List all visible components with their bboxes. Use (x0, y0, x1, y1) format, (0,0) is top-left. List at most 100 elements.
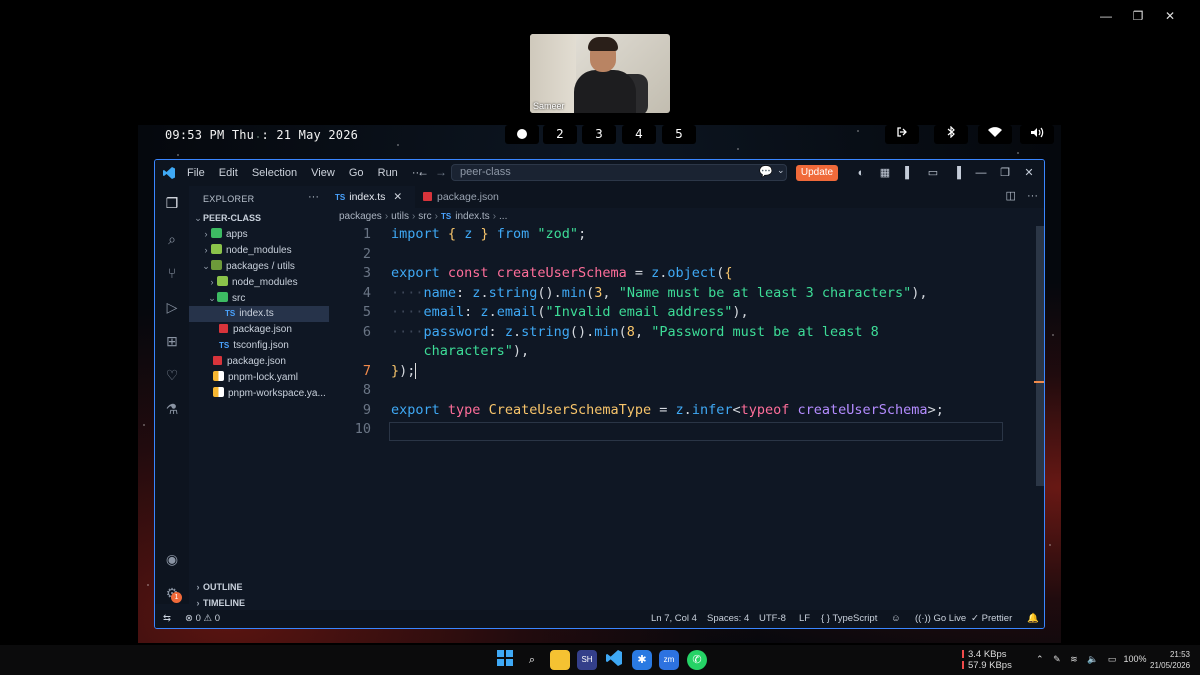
source-control-icon[interactable]: ⑂ (163, 264, 181, 282)
cursor-position[interactable]: Ln 7, Col 4 (651, 610, 697, 628)
editor-more-icon[interactable]: ··· (1027, 190, 1038, 202)
go-live[interactable]: ((·)) Go Live (915, 610, 966, 628)
top-bar: 09:53 PM Thu : 21 May 2026 2 3 4 5 (138, 125, 1061, 145)
menu-run[interactable]: Run (378, 167, 398, 179)
close-tab-icon[interactable]: ✕ (393, 191, 402, 203)
window-close-icon[interactable]: ✕ (1020, 165, 1038, 181)
forward-arrow-icon[interactable]: → (435, 165, 447, 179)
toggle-secondary-sidebar-icon[interactable]: ▐ (948, 165, 966, 181)
pen-icon[interactable]: ✎ (1053, 654, 1061, 664)
snowflake-app-icon[interactable]: ✱ (632, 650, 652, 670)
outline-section[interactable]: › OUTLINE (193, 582, 243, 592)
close-button[interactable]: ✕ (1154, 6, 1186, 26)
taskbar-clock[interactable]: 21:53 21/05/2026 (1150, 649, 1190, 671)
menu-edit[interactable]: Edit (219, 167, 238, 179)
encoding[interactable]: UTF-8 (759, 610, 786, 628)
logout-icon[interactable] (885, 125, 919, 144)
vscode-taskbar-icon[interactable] (604, 650, 624, 670)
back-arrow-icon[interactable]: ← (417, 165, 429, 179)
tab-package-json[interactable]: package.json (417, 186, 517, 208)
chevron-up-icon[interactable]: ⌃ (1036, 654, 1044, 664)
tree-item-utils-node-modules[interactable]: › node_modules (189, 274, 329, 290)
bluetooth-icon[interactable] (934, 125, 968, 144)
line-number: 5 (362, 304, 371, 320)
breadcrumb-item[interactable]: utils (391, 211, 409, 222)
tree-item-utils-package-json[interactable]: package.json (189, 322, 329, 338)
command-center-search[interactable]: peer-class (451, 164, 787, 181)
breadcrumb-item[interactable]: ... (499, 211, 507, 222)
tree-item-apps[interactable]: › apps (189, 226, 329, 242)
menu-selection[interactable]: Selection (252, 167, 297, 179)
explorer-icon[interactable]: ❐ (163, 194, 181, 212)
wifi-icon[interactable] (978, 125, 1012, 144)
chevron-down-icon[interactable]: ⌄ (777, 165, 785, 176)
accounts-shield-icon[interactable]: ◐ (852, 165, 870, 181)
menu-view[interactable]: View (311, 167, 335, 179)
menu-go[interactable]: Go (349, 167, 364, 179)
zoom-icon[interactable]: zm (659, 650, 679, 670)
editor-scrollbar[interactable] (1034, 226, 1044, 486)
menu-file[interactable]: File (187, 167, 205, 179)
workspace-1-button[interactable] (505, 125, 539, 144)
workspace-5-button[interactable]: 5 (662, 125, 696, 144)
search-icon[interactable]: ⌕ (522, 650, 542, 670)
testing-icon[interactable]: ⚗ (163, 400, 181, 418)
window-minimize-icon[interactable]: — (972, 165, 990, 181)
tree-item-pnpm-lock[interactable]: pnpm-lock.yaml (189, 370, 329, 386)
breadcrumb-item[interactable]: src (418, 211, 431, 222)
windows-start-icon[interactable] (495, 650, 515, 670)
tree-item-packages-utils[interactable]: ⌄ packages / utils (189, 258, 329, 274)
problems-indicator[interactable]: ⊗ 0 ⚠ 0 (185, 610, 220, 628)
volume-icon[interactable]: 🔈 (1087, 654, 1098, 664)
copilot-chat-icon[interactable]: 💬 (759, 165, 773, 178)
whatsapp-icon[interactable]: ✆ (687, 650, 707, 670)
wifi-icon[interactable]: ≋ (1070, 654, 1078, 664)
minimize-button[interactable]: — (1090, 6, 1122, 26)
tree-item-index-ts[interactable]: TS index.ts (189, 306, 329, 322)
line-number: 2 (362, 245, 371, 262)
workspace-3-button[interactable]: 3 (582, 125, 616, 144)
tree-item-src[interactable]: ⌄ src (189, 290, 329, 306)
tree-item-root-package-json[interactable]: package.json (189, 354, 329, 370)
line-number: 9 (362, 401, 371, 418)
menu-bar: File Edit Selection View Go Run ··· (187, 167, 434, 179)
remote-explorer-icon[interactable]: ♡ (163, 366, 181, 384)
tree-root[interactable]: ⌄PEER-CLASS (189, 210, 329, 226)
breadcrumb-item[interactable]: index.ts (455, 211, 489, 222)
remote-indicator-icon[interactable]: ⇆ (163, 610, 171, 628)
typescript-file-icon: TS (335, 193, 346, 202)
prettier[interactable]: ✓ Prettier (971, 610, 1012, 628)
explorer-more-icon[interactable]: ··· (308, 191, 319, 203)
end-of-line[interactable]: LF (799, 610, 810, 628)
folder-src-icon (217, 292, 228, 302)
update-button[interactable]: Update (796, 165, 838, 181)
search-icon[interactable]: ⌕ (163, 230, 181, 248)
app-icon[interactable]: SH (577, 650, 597, 670)
tab-index-ts[interactable]: TS index.ts ✕ (329, 186, 415, 208)
notifications-bell-icon[interactable]: 🔔 (1027, 610, 1039, 628)
toggle-sidebar-icon[interactable]: ▌ (900, 165, 918, 181)
timeline-section[interactable]: › TIMELINE (193, 598, 246, 608)
extensions-icon[interactable]: ⊞ (163, 332, 181, 350)
tree-item-tsconfig[interactable]: TS tsconfig.json (189, 338, 329, 354)
breadcrumb-item[interactable]: packages (339, 211, 382, 222)
run-debug-icon[interactable]: ▷ (163, 298, 181, 316)
battery-icon[interactable]: ▭ (1108, 654, 1117, 664)
toggle-panel-icon[interactable]: ▭ (924, 165, 942, 181)
customize-layout-icon[interactable]: ▦ (876, 165, 894, 181)
window-restore-icon[interactable]: ❐ (996, 165, 1014, 181)
language-mode[interactable]: { } TypeScript (821, 610, 877, 628)
explorer-sidebar: EXPLORER ··· ⌄PEER-CLASS › apps › node_mod… (189, 186, 329, 608)
copilot-icon[interactable]: ☺ (891, 610, 901, 628)
split-editor-icon[interactable]: ◫ (1006, 190, 1016, 202)
workspace-2-button[interactable]: 2 (543, 125, 577, 144)
file-explorer-icon[interactable] (550, 650, 570, 670)
upload-speed: 3.4 KBps (968, 649, 1007, 660)
volume-icon[interactable] (1020, 125, 1054, 144)
accounts-icon[interactable]: ◉ (163, 550, 181, 568)
restore-button[interactable]: ❐ (1122, 6, 1154, 26)
tree-item-pnpm-workspace[interactable]: pnpm-workspace.ya... (189, 386, 329, 402)
tree-item-node-modules[interactable]: › node_modules (189, 242, 329, 258)
indentation[interactable]: Spaces: 4 (707, 610, 749, 628)
workspace-4-button[interactable]: 4 (622, 125, 656, 144)
